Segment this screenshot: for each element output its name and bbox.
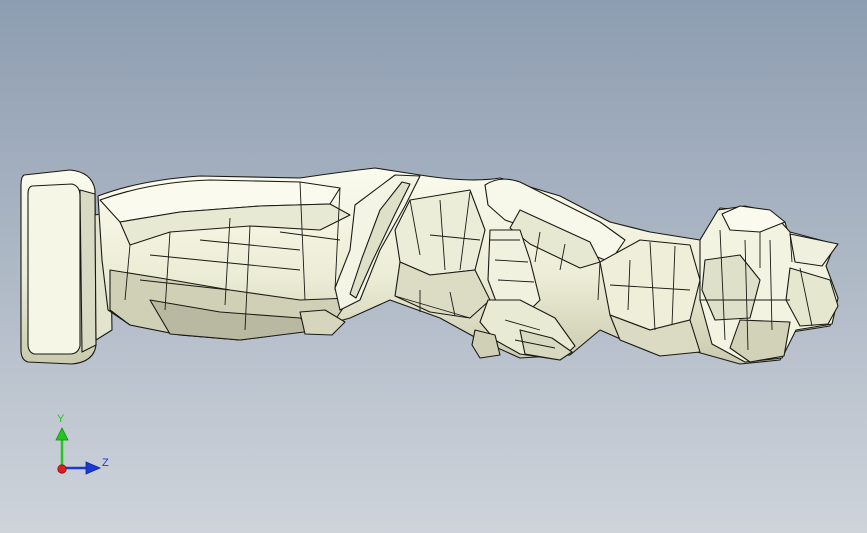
triad-y-label: Y — [57, 413, 65, 425]
model-base-side — [79, 189, 97, 353]
triad-z-label: Z — [102, 457, 109, 469]
model-base-face — [27, 183, 81, 355]
triad-x-origin — [57, 464, 67, 474]
graphics-viewport[interactable]: Y Z — [0, 0, 867, 533]
model-canvas[interactable] — [0, 0, 867, 533]
